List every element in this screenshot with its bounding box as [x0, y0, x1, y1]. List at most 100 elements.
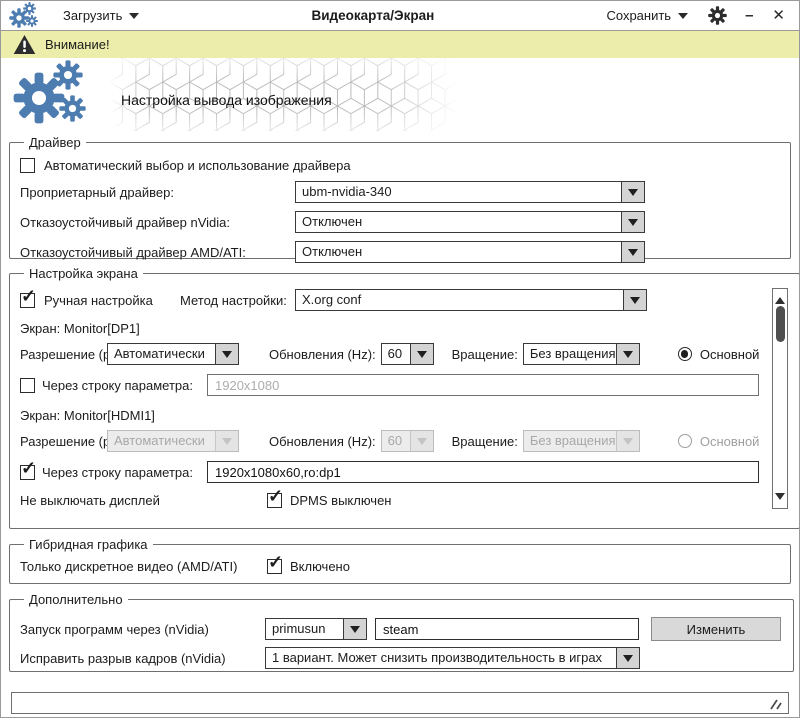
dropdown-arrow-icon[interactable]	[621, 182, 644, 202]
dropdown-arrow-icon[interactable]	[623, 290, 646, 310]
failsafe-nvidia-dropdown[interactable]: Отключен	[295, 211, 645, 233]
load-menu-label: Загрузить	[63, 8, 122, 23]
dropdown-arrow-icon	[215, 431, 238, 451]
dropdown-arrow-icon[interactable]	[621, 242, 644, 262]
dropdown-arrow-icon	[616, 431, 639, 451]
close-button[interactable]: ✕	[770, 8, 787, 23]
launch-program-input[interactable]	[375, 618, 639, 640]
dpms-checkbox[interactable]	[267, 493, 282, 508]
additional-group: Дополнительно Запуск программ через (nVi…	[9, 592, 794, 672]
discrete-video-enabled-label: Включено	[290, 559, 350, 574]
dropdown-arrow-icon[interactable]	[410, 344, 433, 364]
dp1-param-label: Через строку параметра:	[42, 378, 200, 393]
fix-tearing-value: 1 вариант. Может снизить производительно…	[266, 648, 616, 668]
chevron-down-icon	[129, 13, 139, 24]
dropdown-arrow-icon[interactable]	[621, 212, 644, 232]
hdmi1-param-label: Через строку параметра:	[42, 465, 200, 480]
auto-driver-checkbox[interactable]	[20, 158, 35, 173]
app-window: Загрузить Видеокарта/Экран Сохранить – ✕…	[0, 0, 800, 718]
dropdown-arrow-icon[interactable]	[343, 619, 366, 639]
hdmi1-rotation-value: Без вращения	[524, 431, 616, 451]
refresh-label: Обновления (Hz):	[269, 347, 376, 362]
failsafe-amd-label: Отказоустойчивый драйвер AMD/ATI:	[20, 245, 295, 260]
hybrid-graphics-group: Гибридная графика Только дискретное виде…	[9, 537, 791, 584]
page-title: Настройка вывода изображения	[121, 92, 332, 108]
hdmi1-primary-label: Основной	[700, 434, 760, 449]
screen-group: Настройка экрана Ручная настройка Метод …	[9, 266, 800, 529]
dp1-primary-label: Основной	[700, 347, 760, 362]
change-button[interactable]: Изменить	[651, 617, 781, 641]
discrete-video-checkbox[interactable]	[267, 559, 282, 574]
driver-group-legend: Драйвер	[24, 135, 86, 150]
dp1-rotation-value: Без вращения	[524, 344, 616, 364]
refresh-label: Обновления (Hz):	[269, 434, 376, 449]
discrete-video-label: Только дискретное видео (AMD/ATI)	[20, 559, 267, 574]
hybrid-group-legend: Гибридная графика	[24, 537, 153, 552]
resize-grip-icon[interactable]	[769, 697, 784, 711]
hdmi1-rotation-dropdown: Без вращения	[523, 430, 640, 452]
dp1-refresh-value: 60	[382, 344, 410, 364]
dp1-rotation-dropdown[interactable]: Без вращения	[523, 343, 640, 365]
hdmi1-primary-radio[interactable]	[678, 434, 692, 448]
warning-triangle-icon	[13, 34, 36, 55]
dropdown-arrow-icon[interactable]	[616, 648, 639, 668]
status-bar	[11, 692, 789, 714]
proprietary-driver-value: ubm-nvidia-340	[296, 182, 621, 202]
hdmi1-refresh-value: 60	[382, 431, 410, 451]
minimize-button[interactable]: –	[743, 8, 754, 23]
failsafe-amd-value: Отключен	[296, 242, 621, 262]
method-label: Метод настройки:	[180, 293, 295, 308]
dp1-refresh-dropdown[interactable]: 60	[381, 343, 434, 365]
hdmi1-param-checkbox[interactable]	[20, 465, 35, 480]
window-title: Видеокарта/Экран	[143, 8, 602, 23]
launch-via-dropdown[interactable]: primusun	[265, 618, 367, 640]
dpms-label: DPMS выключен	[290, 493, 392, 508]
auto-driver-label: Автоматический выбор и использование дра…	[44, 158, 351, 173]
dp1-resolution-dropdown[interactable]: Автоматически	[107, 343, 239, 365]
load-menu-button[interactable]: Загрузить	[59, 6, 143, 26]
dropdown-arrow-icon[interactable]	[616, 344, 639, 364]
screen-group-legend: Настройка экрана	[24, 266, 143, 281]
hdmi1-param-input[interactable]	[207, 461, 759, 483]
rotation-label: Вращение:	[452, 434, 518, 449]
warning-banner[interactable]: Внимание!	[1, 31, 799, 58]
screen-scrollbar[interactable]	[772, 288, 788, 509]
app-gears-logo	[13, 60, 109, 130]
proprietary-driver-label: Проприетарный драйвер:	[20, 185, 295, 200]
rotation-label: Вращение:	[452, 347, 518, 362]
scrollbar-thumb[interactable]	[776, 306, 785, 342]
dp1-param-checkbox[interactable]	[20, 378, 35, 393]
fix-tearing-label: Исправить разрыв кадров (nVidia)	[20, 651, 265, 666]
launch-via-value: primusun	[266, 619, 343, 639]
save-menu-label: Сохранить	[606, 8, 671, 23]
scroll-up-icon[interactable]	[775, 292, 785, 304]
dp1-primary-radio[interactable]	[678, 347, 692, 361]
settings-gear-icon[interactable]	[708, 6, 727, 25]
manual-setup-label: Ручная настройка	[44, 293, 153, 308]
chevron-down-icon	[678, 13, 688, 24]
hdmi1-resolution-dropdown: Автоматически	[107, 430, 239, 452]
page-header: Настройка вывода изображения	[1, 58, 799, 131]
dropdown-arrow-icon[interactable]	[215, 344, 238, 364]
launch-via-label: Запуск программ через (nVidia)	[20, 622, 265, 637]
dp1-param-input[interactable]	[207, 374, 759, 396]
method-dropdown[interactable]: X.org conf	[295, 289, 647, 311]
scroll-down-icon[interactable]	[775, 493, 785, 505]
title-bar: Загрузить Видеокарта/Экран Сохранить – ✕	[1, 1, 799, 31]
dp1-resolution-value: Автоматически	[108, 344, 215, 364]
additional-group-legend: Дополнительно	[24, 592, 128, 607]
monitor-dp1-name: Экран: Monitor[DP1]	[20, 321, 759, 336]
method-value: X.org conf	[296, 290, 623, 310]
save-menu-button[interactable]: Сохранить	[602, 6, 692, 26]
manual-setup-checkbox[interactable]	[20, 293, 35, 308]
failsafe-nvidia-label: Отказоустойчивый драйвер nVidia:	[20, 215, 295, 230]
dropdown-arrow-icon	[410, 431, 433, 451]
failsafe-amd-dropdown[interactable]: Отключен	[295, 241, 645, 263]
warning-text: Внимание!	[45, 37, 110, 52]
driver-group: Драйвер Автоматический выбор и использов…	[9, 135, 791, 259]
resolution-label: Разрешение (px):	[20, 347, 107, 362]
proprietary-driver-dropdown[interactable]: ubm-nvidia-340	[295, 181, 645, 203]
monitor-hdmi1-name: Экран: Monitor[HDMI1]	[20, 408, 759, 423]
resolution-label: Разрешение (px):	[20, 434, 107, 449]
fix-tearing-dropdown[interactable]: 1 вариант. Может снизить производительно…	[265, 647, 640, 669]
